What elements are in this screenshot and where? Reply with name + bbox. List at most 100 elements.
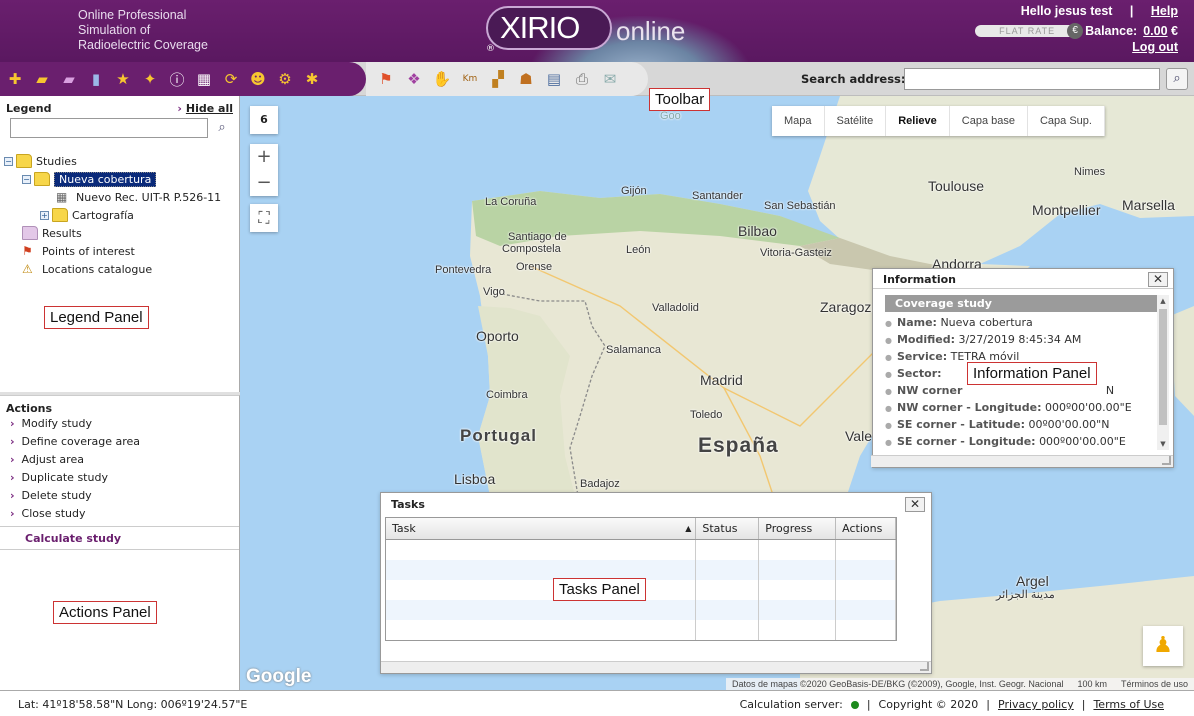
- layers-icon[interactable]: ❖: [402, 67, 426, 91]
- bullet-icon: ●: [885, 438, 892, 447]
- action-close-study[interactable]: › Close study: [0, 504, 239, 522]
- info-scrollbar[interactable]: ▲ ▼: [1157, 295, 1169, 450]
- folder-icon: [52, 208, 68, 222]
- map-type-satelite[interactable]: Satélite: [825, 106, 887, 136]
- collapse-icon[interactable]: −: [22, 174, 31, 184]
- action-duplicate-study[interactable]: › Duplicate study: [0, 468, 239, 486]
- collapse-icon[interactable]: −: [4, 156, 13, 166]
- action-delete-study[interactable]: › Delete study: [0, 486, 239, 504]
- zoom-out-button[interactable]: −: [250, 170, 278, 196]
- column-header-task[interactable]: Task ▲: [386, 518, 697, 539]
- city-label: Pontevedra: [435, 264, 492, 276]
- map-type-relieve[interactable]: Relieve: [886, 106, 950, 136]
- population-icon[interactable]: ☗: [514, 67, 538, 91]
- street-view-pegman-icon[interactable]: ♟: [1143, 626, 1183, 666]
- bullet-icon: ●: [885, 353, 892, 362]
- chevron-right-icon: ›: [10, 506, 15, 520]
- legend-title: Legend: [6, 102, 52, 115]
- tasks-title: Tasks: [391, 498, 425, 511]
- info-value: Nueva cobertura: [940, 316, 1033, 329]
- map-type-mapa[interactable]: Mapa: [772, 106, 825, 136]
- print-icon[interactable]: ⎙: [570, 67, 594, 91]
- zoom-control: + −: [250, 144, 278, 196]
- column-header-status[interactable]: Status: [696, 518, 760, 539]
- table-view-icon[interactable]: ▤: [542, 67, 566, 91]
- table-icon[interactable]: ▦: [192, 67, 216, 91]
- resize-handle[interactable]: [381, 661, 931, 673]
- hide-all-link[interactable]: Hide all: [186, 102, 233, 115]
- info-value: 3/27/2019 8:45:34 AM: [958, 333, 1082, 346]
- tree-label-cartography: Cartografía: [72, 208, 134, 222]
- info-label: SE corner - Latitude:: [896, 418, 1025, 431]
- area-icon[interactable]: ▞: [486, 67, 510, 91]
- xirio-logo: XIRIO online ®: [486, 4, 750, 76]
- city-label: Salamanca: [606, 344, 662, 356]
- map-type-capa-base[interactable]: Capa base: [950, 106, 1028, 136]
- scale-label: 100 km: [1077, 679, 1107, 689]
- action-modify-study[interactable]: › Modify study: [0, 414, 239, 432]
- close-icon[interactable]: ✕: [1148, 272, 1168, 287]
- zoom-level-indicator: 6: [250, 106, 278, 134]
- city-label: Zaragoza: [820, 299, 880, 315]
- hand-icon[interactable]: ✋: [430, 67, 454, 91]
- column-header-progress[interactable]: Progress: [759, 518, 837, 539]
- action-label: Adjust area: [21, 452, 84, 466]
- tree-item-model[interactable]: ▦ Nuevo Rec. UIT-R P.526-11: [56, 188, 221, 206]
- column-header-actions[interactable]: Actions: [836, 518, 897, 539]
- annotation-toolbar: Toolbar: [649, 88, 711, 111]
- search-icon[interactable]: ⌕: [212, 118, 232, 138]
- calculate-study-button[interactable]: Calculate study: [0, 526, 239, 550]
- refresh-icon[interactable]: ⟳: [219, 67, 243, 91]
- balance-value-link[interactable]: 0.00: [1143, 24, 1167, 38]
- close-icon[interactable]: ✕: [905, 497, 925, 512]
- users-icon[interactable]: ⚙: [273, 67, 297, 91]
- open-folder-icon[interactable]: ▰: [30, 67, 54, 91]
- search-address-label: Search address:: [801, 72, 906, 86]
- user-icon[interactable]: ☻: [246, 67, 270, 91]
- city-label: مدينة الجزائر: [996, 589, 1055, 601]
- folder-icon[interactable]: ▰: [57, 67, 81, 91]
- new-folder-icon[interactable]: ✚: [3, 67, 27, 91]
- legend-search-input[interactable]: [10, 118, 208, 138]
- info-icon[interactable]: ⓘ: [165, 67, 189, 91]
- action-define-coverage-area[interactable]: › Define coverage area: [0, 432, 239, 450]
- tree-item-studies[interactable]: − Studies: [4, 152, 77, 170]
- tree-item-points[interactable]: ⚑ Points of interest: [22, 242, 135, 260]
- star-folder-icon[interactable]: ★: [111, 67, 135, 91]
- scroll-down-icon[interactable]: ▼: [1157, 438, 1169, 450]
- tree-label-model: Nuevo Rec. UIT-R P.526-11: [76, 190, 222, 204]
- zoom-in-button[interactable]: +: [250, 144, 278, 170]
- user-settings-icon[interactable]: ✱: [300, 67, 324, 91]
- city-label: Gijón: [621, 185, 647, 197]
- scroll-thumb[interactable]: [1159, 309, 1167, 425]
- city-label: Vitoria-Gasteiz: [760, 247, 832, 259]
- fullscreen-icon[interactable]: ⛶: [250, 204, 278, 232]
- info-label: Sector:: [896, 367, 942, 380]
- scroll-up-icon[interactable]: ▲: [1157, 295, 1169, 307]
- action-adjust-area[interactable]: › Adjust area: [0, 450, 239, 468]
- city-label: Toledo: [690, 409, 723, 421]
- tree-item-cartografia[interactable]: + Cartografía: [40, 206, 134, 224]
- expand-icon[interactable]: +: [40, 210, 49, 220]
- search-address-input[interactable]: [904, 68, 1160, 90]
- email-icon[interactable]: ✉: [598, 67, 622, 91]
- search-address-icon[interactable]: ⌕: [1166, 68, 1188, 90]
- star-add-icon[interactable]: ✦: [138, 67, 162, 91]
- logout-link[interactable]: Log out: [1132, 40, 1178, 54]
- book-icon[interactable]: ▮: [84, 67, 108, 91]
- city-label: Bilbao: [738, 223, 777, 239]
- map-type-capa-sup[interactable]: Capa Sup.: [1028, 106, 1105, 136]
- privacy-policy-link[interactable]: Privacy policy: [998, 698, 1074, 711]
- city-label: Coimbra: [486, 389, 528, 401]
- map-watermark: Goo: [660, 110, 681, 122]
- terms-of-use-link[interactable]: Terms of Use: [1093, 698, 1164, 711]
- tree-item-results[interactable]: Results: [22, 224, 82, 242]
- tree-item-locations[interactable]: ⚠ Locations catalogue: [22, 260, 152, 278]
- map-terms-link[interactable]: Términos de uso: [1121, 678, 1188, 690]
- measure-icon[interactable]: Km: [458, 67, 482, 91]
- tree-item-nueva-cobertura[interactable]: − Nueva cobertura: [22, 170, 157, 188]
- resize-handle[interactable]: [871, 455, 1173, 467]
- help-link[interactable]: Help: [1151, 4, 1178, 18]
- flag-icon[interactable]: ⚑: [374, 67, 398, 91]
- tree-label-selected-study: Nueva cobertura: [54, 171, 157, 187]
